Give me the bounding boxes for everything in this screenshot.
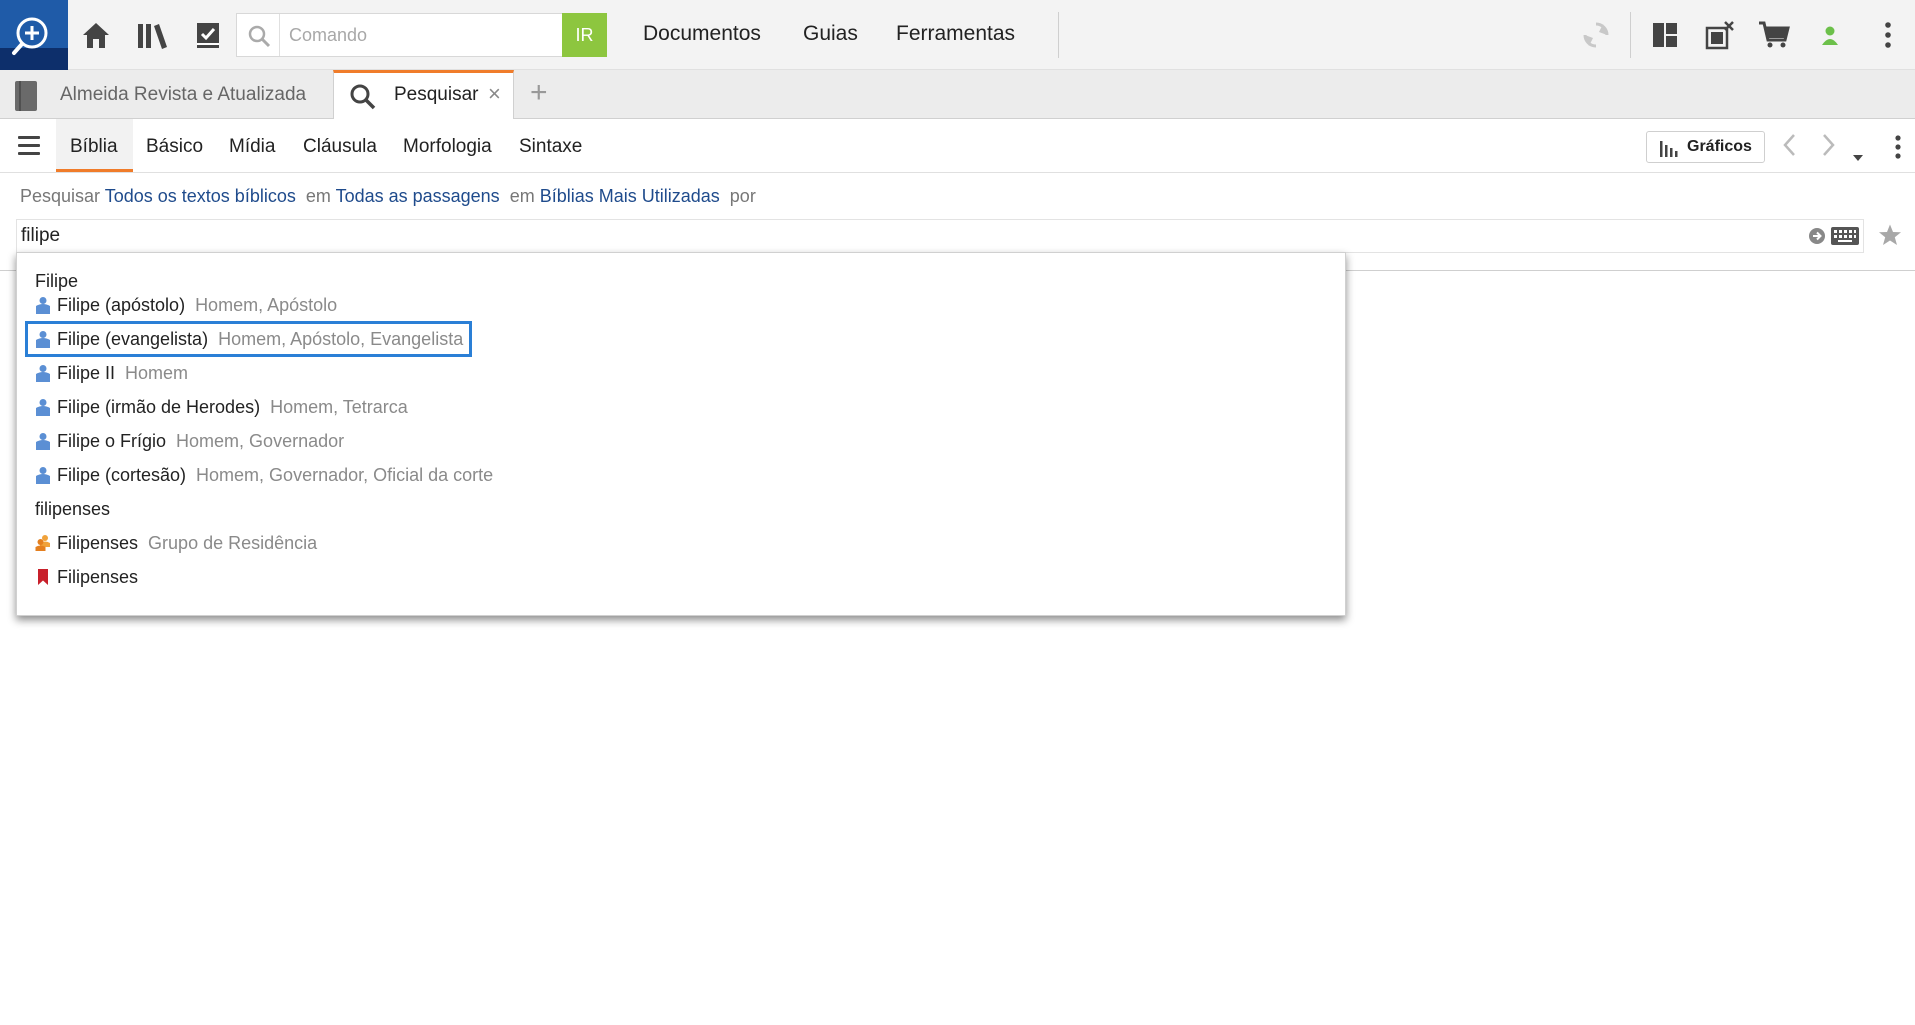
item-name: Filipe (apóstolo) <box>57 294 186 315</box>
library-icon[interactable] <box>134 17 170 53</box>
scope-texts-link[interactable]: Todos os textos bíblicos <box>105 186 296 206</box>
item-description: Homem, Governador, Oficial da corte <box>196 464 494 485</box>
go-button[interactable]: IR <box>562 13 607 57</box>
forward-arrow-icon[interactable] <box>1822 133 1836 164</box>
tab-search[interactable]: Pesquisar × <box>333 70 514 120</box>
tab-morfologia[interactable]: Morfologia <box>403 136 492 158</box>
top-bar: IR Documentos Guias Ferramentas <box>0 0 1915 70</box>
item-name: Filipe (evangelista) <box>57 328 209 349</box>
add-tab-icon[interactable]: + <box>530 76 548 110</box>
tab-label: Almeida Revista e Atualizada <box>60 84 307 105</box>
favorite-star-icon[interactable] <box>1878 223 1902 252</box>
command-box <box>236 13 606 57</box>
item-description: Grupo de Residência <box>148 532 318 553</box>
person-icon <box>35 330 51 348</box>
item-description: Homem, Apóstolo <box>195 294 338 315</box>
scope-passages-link[interactable]: Todas as passagens <box>336 186 500 206</box>
item-description: Homem, Governador <box>176 430 345 451</box>
person-icon <box>35 296 51 314</box>
scope-prefix: Pesquisar <box>20 186 101 206</box>
graphs-label: Gráficos <box>1687 138 1752 155</box>
back-arrow-icon[interactable] <box>1782 133 1796 164</box>
person-icon <box>35 466 51 484</box>
item-name: Filipe II <box>57 362 116 383</box>
tab-almeida[interactable]: Almeida Revista e Atualizada <box>0 70 333 118</box>
close-panels-icon[interactable] <box>1702 17 1738 53</box>
list-item[interactable]: Filipe (apóstolo) Homem, Apóstolo <box>35 290 337 320</box>
close-tab-icon[interactable]: × <box>488 81 501 107</box>
item-name: Filipe (irmão de Herodes) <box>57 396 261 417</box>
command-input[interactable] <box>289 20 589 50</box>
app-logo[interactable] <box>0 0 68 70</box>
list-item[interactable]: Filipenses <box>35 562 148 592</box>
history-dropdown-icon[interactable] <box>1852 141 1864 169</box>
tab-bar: Almeida Revista e Atualizada Pesquisar ×… <box>0 70 1915 120</box>
item-name: Filipe (cortesão) <box>57 464 187 485</box>
list-item[interactable]: Filipenses Grupo de Residência <box>35 528 317 558</box>
checklist-icon[interactable] <box>190 17 226 53</box>
sync-icon[interactable] <box>1578 17 1614 53</box>
search-query-input[interactable]: filipe <box>16 219 1864 253</box>
tab-midia[interactable]: Mídia <box>229 136 275 158</box>
search-icon <box>349 83 377 116</box>
scope-bibles-link[interactable]: Bíblias Mais Utilizadas <box>540 186 720 206</box>
logo-icon <box>12 17 48 55</box>
book-icon <box>15 81 37 111</box>
run-search-icon[interactable] <box>1808 227 1826 250</box>
menu-ferramentas[interactable]: Ferramentas <box>896 22 1015 46</box>
divider <box>1630 12 1631 58</box>
bar-chart-icon <box>1659 139 1679 162</box>
item-name: Filipenses <box>57 532 139 553</box>
autocomplete-dropdown: Filipe Filipe (apóstolo) Homem, Apóstolo… <box>16 252 1346 616</box>
graphs-button[interactable]: Gráficos <box>1646 131 1765 163</box>
list-item[interactable]: Filipe o Frígio Homem, Governador <box>35 426 344 456</box>
menu-guias[interactable]: Guias <box>803 22 858 46</box>
item-name: Filipe o Frígio <box>57 430 167 451</box>
keyboard-icon[interactable] <box>1830 225 1860 252</box>
list-item[interactable]: Filipe (cortesão) Homem, Governador, Ofi… <box>35 460 493 490</box>
list-item[interactable]: Filipe II Homem <box>35 358 188 388</box>
more-options-icon[interactable] <box>1870 17 1906 53</box>
group-header: Filipe <box>35 271 79 291</box>
tab-clausula[interactable]: Cláusula <box>303 136 377 158</box>
query-text: filipe <box>21 225 61 246</box>
group-header: filipenses <box>35 499 111 519</box>
person-icon <box>35 364 51 382</box>
search-scope: Pesquisar Todos os textos bíblicos em To… <box>20 186 756 207</box>
user-status-icon[interactable] <box>1812 17 1848 53</box>
bookmark-icon <box>35 568 51 586</box>
person-icon <box>35 398 51 416</box>
tab-sintaxe[interactable]: Sintaxe <box>519 136 582 158</box>
divider <box>1058 12 1059 58</box>
tab-label: Pesquisar <box>394 84 479 105</box>
cart-icon[interactable] <box>1756 17 1792 53</box>
tab-basico[interactable]: Básico <box>146 136 203 158</box>
item-description: Homem <box>125 362 189 383</box>
scope-in: em <box>509 186 535 206</box>
group-people-icon <box>35 534 51 552</box>
home-icon[interactable] <box>78 17 114 53</box>
search-icon <box>247 24 271 53</box>
list-item[interactable]: Filipe (irmão de Herodes) Homem, Tetrarc… <box>35 392 408 422</box>
item-description: Homem, Apóstolo, Evangelista <box>218 328 464 349</box>
item-name: Filipenses <box>57 566 139 587</box>
list-item-selected[interactable]: Filipe (evangelista) Homem, Apóstolo, Ev… <box>24 321 473 357</box>
scope-by: por <box>729 186 756 206</box>
hamburger-menu-icon[interactable] <box>18 136 40 156</box>
menu-documentos[interactable]: Documentos <box>643 22 761 46</box>
search-toolbar: Bíblia Básico Mídia Cláusula Morfologia … <box>0 119 1915 173</box>
item-description: Homem, Tetrarca <box>270 396 408 417</box>
panel-menu-icon[interactable] <box>1894 135 1902 166</box>
scope-in: em <box>305 186 331 206</box>
tab-biblia[interactable]: Bíblia <box>70 136 118 158</box>
person-icon <box>35 432 51 450</box>
layout-icon[interactable] <box>1647 17 1683 53</box>
